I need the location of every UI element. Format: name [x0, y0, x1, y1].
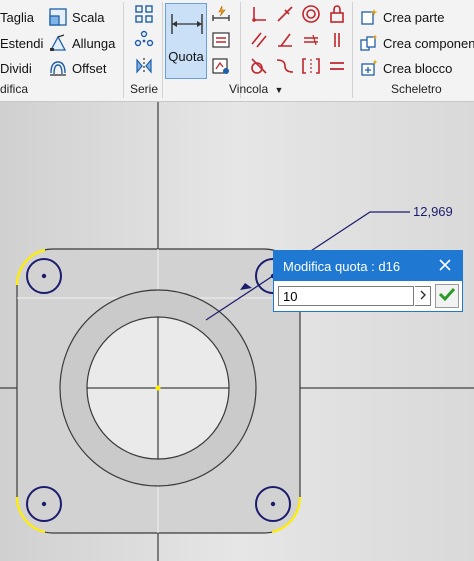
chevron-right-icon	[419, 287, 427, 305]
pattern-panel-label: Serie	[130, 82, 159, 96]
make-components-label: Crea componen	[383, 35, 474, 51]
create-block-label: Crea blocco	[383, 60, 453, 76]
dimension-label: Quota	[168, 49, 204, 64]
perpendicular-icon	[275, 30, 295, 55]
offset-label: Offset	[72, 60, 107, 76]
concentric-icon	[301, 4, 321, 29]
trim-label: Taglia	[0, 9, 34, 25]
panel-separator	[123, 2, 124, 98]
create-block-icon	[359, 58, 379, 78]
edit-dimension-dialog: Modifica quota : d16	[273, 250, 463, 312]
scale-label: Scala	[72, 9, 105, 25]
equal-constraint-button[interactable]	[326, 57, 348, 79]
stretch-icon	[48, 33, 68, 53]
extend-button[interactable]: Estendi	[0, 32, 43, 54]
offset-button[interactable]: Offset	[48, 57, 106, 79]
collinear-icon	[275, 4, 295, 29]
dimension-value-text[interactable]: 12,969	[413, 204, 453, 219]
constraint-panel-label[interactable]: Vincola ▼	[229, 82, 283, 96]
make-part-icon	[359, 7, 379, 27]
make-part-label: Crea parte	[383, 9, 445, 25]
create-block-button[interactable]: Crea blocco	[359, 57, 452, 79]
show-constraints-icon	[211, 30, 231, 55]
stretch-label: Allunga	[72, 35, 116, 51]
rectangular-pattern-icon	[134, 4, 154, 29]
panel-separator	[162, 2, 163, 98]
scale-button[interactable]: Scala	[48, 6, 105, 28]
make-components-button[interactable]: Crea componen	[359, 32, 474, 54]
skeleton-panel-label: Scheletro	[391, 82, 442, 96]
auto-dimension-button[interactable]	[210, 5, 232, 27]
make-part-button[interactable]: Crea parte	[359, 6, 444, 28]
tangent-icon	[249, 56, 269, 81]
auto-dimension-icon	[211, 4, 231, 29]
close-icon[interactable]	[436, 256, 454, 274]
symmetric-constraint-button[interactable]	[300, 57, 322, 79]
mirror-icon	[134, 56, 154, 81]
bolt-hole-center	[41, 501, 47, 507]
symmetric-icon	[301, 56, 321, 81]
rectangular-pattern-button[interactable]	[133, 4, 155, 29]
mirror-button[interactable]	[133, 57, 155, 79]
tangent-constraint-button[interactable]	[248, 57, 270, 79]
equal-icon	[327, 56, 347, 81]
constraint-panel-text: Vincola	[229, 82, 269, 96]
split-label: Dividi	[0, 60, 32, 76]
smooth-constraint-button[interactable]	[274, 57, 296, 79]
checkmark-icon	[438, 285, 456, 308]
parallel-icon	[249, 30, 269, 55]
panel-separator	[352, 2, 353, 98]
perpendicular-constraint-button[interactable]	[274, 31, 296, 53]
scale-icon	[48, 7, 68, 27]
make-components-icon	[359, 33, 379, 53]
trim-button[interactable]: Taglia	[0, 6, 34, 28]
vertical-icon	[327, 30, 347, 55]
dialog-title: Modifica quota : d16	[283, 258, 401, 274]
center-point[interactable]	[155, 385, 161, 391]
coincident-constraint-button[interactable]	[248, 5, 270, 27]
sketch-svg	[0, 102, 474, 561]
fix-constraint-button[interactable]	[326, 4, 348, 29]
accept-button[interactable]	[435, 284, 459, 308]
circular-pattern-button[interactable]	[133, 30, 155, 55]
dimension-icon	[171, 14, 203, 34]
chevron-down-icon: ▼	[274, 85, 284, 95]
ribbon: Taglia Estendi Dividi Scala Allunga Offs…	[0, 0, 474, 102]
smooth-icon	[275, 56, 295, 81]
extend-label: Estendi	[0, 35, 44, 51]
lock-icon	[327, 4, 347, 29]
expression-menu-button[interactable]	[415, 286, 431, 306]
coincident-icon	[249, 4, 269, 29]
stretch-button[interactable]: Allunga	[48, 32, 115, 54]
sketch-canvas[interactable]	[0, 102, 474, 561]
modify-panel-label: difica	[0, 82, 29, 96]
dialog-title-bar[interactable]: Modifica quota : d16	[274, 251, 462, 281]
split-button[interactable]: Dividi	[0, 57, 32, 79]
vertical-constraint-button[interactable]	[326, 31, 348, 53]
circular-pattern-icon	[134, 30, 154, 55]
collinear-constraint-button[interactable]	[274, 5, 296, 27]
bolt-hole-center	[270, 501, 276, 507]
dimension-value-input[interactable]	[278, 286, 414, 306]
offset-icon	[48, 58, 68, 78]
horizontal-constraint-button[interactable]	[300, 31, 322, 53]
dimension-button[interactable]: Quota	[165, 3, 207, 79]
bolt-hole-center	[41, 273, 47, 279]
constraint-settings-icon	[211, 56, 231, 81]
horizontal-icon	[301, 30, 321, 55]
show-constraints-button[interactable]	[210, 31, 232, 53]
parallel-constraint-button[interactable]	[248, 31, 270, 53]
constraint-settings-button[interactable]	[210, 57, 232, 79]
concentric-constraint-button[interactable]	[300, 4, 322, 29]
